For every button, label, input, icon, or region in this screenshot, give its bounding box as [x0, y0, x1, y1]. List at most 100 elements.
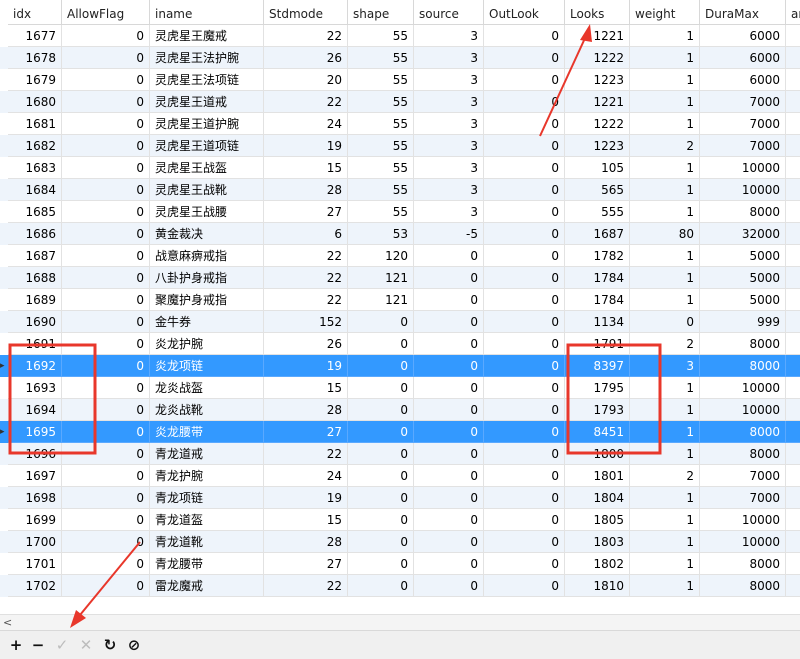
cell-weight[interactable]: 1: [630, 91, 700, 113]
column-header-shape[interactable]: shape: [348, 0, 414, 25]
cell-an[interactable]: [786, 553, 800, 575]
cell-shape[interactable]: 55: [348, 113, 414, 135]
table-row[interactable]: 1689 0 聚魔护身戒指 22 121 0 0 1784 1 5000: [0, 289, 800, 311]
table-row-selected[interactable]: 1692 0 炎龙项链 19 0 0 0 8397 3 8000: [0, 355, 800, 377]
cell-outlook[interactable]: 0: [484, 465, 565, 487]
cell-looks[interactable]: 1805: [565, 509, 630, 531]
cell-looks[interactable]: 1687: [565, 223, 630, 245]
cell-idx[interactable]: 1682: [8, 135, 62, 157]
cell-iname[interactable]: 黄金裁决: [150, 223, 264, 245]
cell-outlook[interactable]: 0: [484, 201, 565, 223]
cell-duramax[interactable]: 10000: [700, 399, 786, 421]
cell-weight[interactable]: 1: [630, 377, 700, 399]
table-row[interactable]: 1679 0 灵虎星王法项链 20 55 3 0 1223 1 6000: [0, 69, 800, 91]
cell-outlook[interactable]: 0: [484, 377, 565, 399]
cell-shape[interactable]: 55: [348, 91, 414, 113]
table-row[interactable]: 1700 0 青龙道靴 28 0 0 0 1803 1 10000: [0, 531, 800, 553]
cell-weight[interactable]: 1: [630, 399, 700, 421]
cell-weight[interactable]: 2: [630, 135, 700, 157]
cell-an[interactable]: [786, 245, 800, 267]
cell-source[interactable]: 0: [414, 421, 484, 443]
cell-source[interactable]: 3: [414, 113, 484, 135]
cell-looks[interactable]: 1791: [565, 333, 630, 355]
column-header-an[interactable]: an: [786, 0, 800, 25]
cell-shape[interactable]: 0: [348, 399, 414, 421]
cell-duramax[interactable]: 8000: [700, 355, 786, 377]
cell-iname[interactable]: 炎龙项链: [150, 355, 264, 377]
cell-duramax[interactable]: 10000: [700, 531, 786, 553]
cell-looks[interactable]: 1221: [565, 91, 630, 113]
cell-looks[interactable]: 1134: [565, 311, 630, 333]
cell-an[interactable]: [786, 421, 800, 443]
cell-idx[interactable]: 1687: [8, 245, 62, 267]
cell-an[interactable]: [786, 267, 800, 289]
cell-idx[interactable]: 1692: [8, 355, 62, 377]
cell-an[interactable]: [786, 201, 800, 223]
cell-iname[interactable]: 青龙腰带: [150, 553, 264, 575]
cell-an[interactable]: [786, 25, 800, 47]
table-row[interactable]: 1686 0 黄金裁决 6 53 -5 0 1687 80 32000: [0, 223, 800, 245]
cell-shape[interactable]: 0: [348, 443, 414, 465]
cell-idx[interactable]: 1697: [8, 465, 62, 487]
cell-idx[interactable]: 1699: [8, 509, 62, 531]
table-row[interactable]: 1694 0 龙炎战靴 28 0 0 0 1793 1 10000: [0, 399, 800, 421]
cell-outlook[interactable]: 0: [484, 47, 565, 69]
cell-idx[interactable]: 1691: [8, 333, 62, 355]
cell-allowflag[interactable]: 0: [62, 289, 150, 311]
column-header-source[interactable]: source: [414, 0, 484, 25]
cell-looks[interactable]: 1784: [565, 267, 630, 289]
cell-iname[interactable]: 青龙道盔: [150, 509, 264, 531]
cell-an[interactable]: [786, 91, 800, 113]
cell-source[interactable]: 0: [414, 443, 484, 465]
cell-allowflag[interactable]: 0: [62, 47, 150, 69]
table-row[interactable]: 1687 0 战意麻痹戒指 22 120 0 0 1782 1 5000: [0, 245, 800, 267]
cell-shape[interactable]: 55: [348, 69, 414, 91]
table-row[interactable]: 1678 0 灵虎星王法护腕 26 55 3 0 1222 1 6000: [0, 47, 800, 69]
cell-stdmode[interactable]: 26: [264, 333, 348, 355]
table-row[interactable]: 1693 0 龙炎战盔 15 0 0 0 1795 1 10000: [0, 377, 800, 399]
table-row[interactable]: 1697 0 青龙护腕 24 0 0 0 1801 2 7000: [0, 465, 800, 487]
cell-allowflag[interactable]: 0: [62, 465, 150, 487]
cell-iname[interactable]: 灵虎星王魔戒: [150, 25, 264, 47]
column-header-outlook[interactable]: OutLook: [484, 0, 565, 25]
table-row[interactable]: 1677 0 灵虎星王魔戒 22 55 3 0 1221 1 6000: [0, 25, 800, 47]
cell-idx[interactable]: 1688: [8, 267, 62, 289]
cell-duramax[interactable]: 5000: [700, 245, 786, 267]
cell-an[interactable]: [786, 47, 800, 69]
cell-source[interactable]: 0: [414, 399, 484, 421]
cell-source[interactable]: 0: [414, 289, 484, 311]
cell-weight[interactable]: 1: [630, 267, 700, 289]
cell-idx[interactable]: 1679: [8, 69, 62, 91]
cell-outlook[interactable]: 0: [484, 421, 565, 443]
cell-iname[interactable]: 雷龙魔戒: [150, 575, 264, 597]
cell-source[interactable]: -5: [414, 223, 484, 245]
cell-outlook[interactable]: 0: [484, 157, 565, 179]
cell-idx[interactable]: 1696: [8, 443, 62, 465]
cell-looks[interactable]: 1223: [565, 135, 630, 157]
cell-iname[interactable]: 八卦护身戒指: [150, 267, 264, 289]
cell-iname[interactable]: 金牛券: [150, 311, 264, 333]
cell-allowflag[interactable]: 0: [62, 355, 150, 377]
cell-an[interactable]: [786, 113, 800, 135]
cell-duramax[interactable]: 7000: [700, 113, 786, 135]
table-row[interactable]: 1691 0 炎龙护腕 26 0 0 0 1791 2 8000: [0, 333, 800, 355]
cell-an[interactable]: [786, 333, 800, 355]
cell-allowflag[interactable]: 0: [62, 25, 150, 47]
cell-outlook[interactable]: 0: [484, 223, 565, 245]
cell-shape[interactable]: 53: [348, 223, 414, 245]
cell-stdmode[interactable]: 28: [264, 179, 348, 201]
cell-an[interactable]: [786, 399, 800, 421]
cell-source[interactable]: 0: [414, 531, 484, 553]
cell-an[interactable]: [786, 355, 800, 377]
cell-looks[interactable]: 105: [565, 157, 630, 179]
cell-duramax[interactable]: 10000: [700, 179, 786, 201]
table-row[interactable]: 1701 0 青龙腰带 27 0 0 0 1802 1 8000: [0, 553, 800, 575]
cell-stdmode[interactable]: 20: [264, 69, 348, 91]
table-row[interactable]: 1680 0 灵虎星王道戒 22 55 3 0 1221 1 7000: [0, 91, 800, 113]
cell-shape[interactable]: 0: [348, 575, 414, 597]
cell-shape[interactable]: 0: [348, 531, 414, 553]
cell-looks[interactable]: 1804: [565, 487, 630, 509]
cell-allowflag[interactable]: 0: [62, 575, 150, 597]
cell-stdmode[interactable]: 15: [264, 509, 348, 531]
cell-weight[interactable]: 0: [630, 311, 700, 333]
